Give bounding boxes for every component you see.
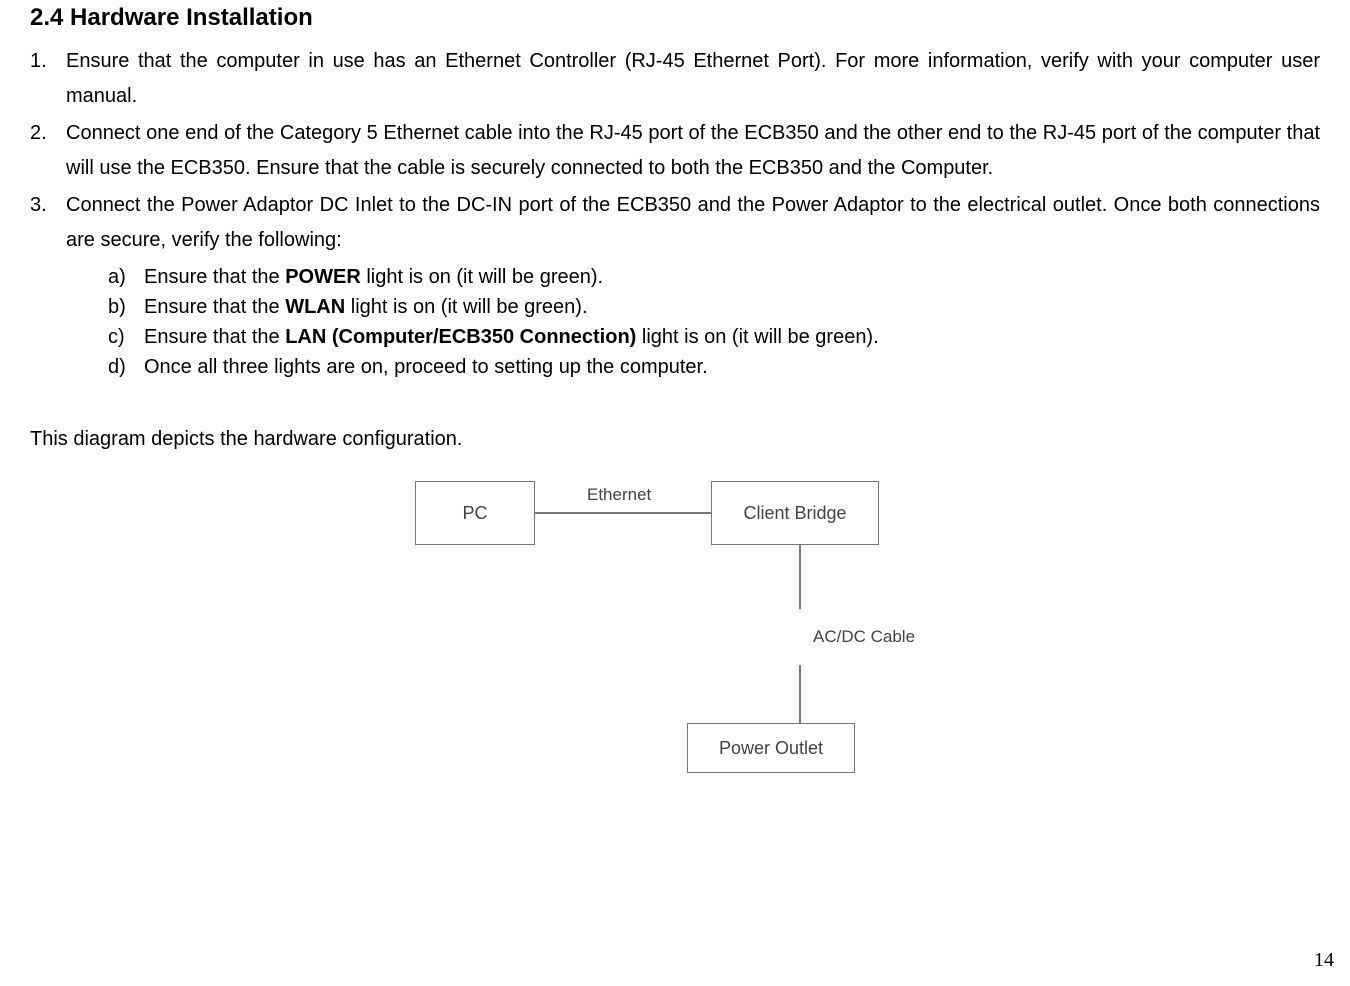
substep-c: Ensure that the LAN (Computer/ECB350 Con… <box>108 322 1320 352</box>
step-3-text: Connect the Power Adaptor DC Inlet to th… <box>66 194 1320 251</box>
verify-sublist: Ensure that the POWER light is on (it wi… <box>66 262 1320 382</box>
substep-a: Ensure that the POWER light is on (it wi… <box>108 262 1320 292</box>
hardware-diagram: PC Client Bridge Power Outlet Ethernet A… <box>395 471 955 791</box>
substep-c-pre: Ensure that the <box>144 326 285 348</box>
substep-b-bold: WLAN <box>285 296 345 318</box>
diagram-box-client-bridge: Client Bridge <box>711 481 879 545</box>
substep-a-bold: POWER <box>285 266 361 288</box>
page-number: 14 <box>1314 949 1334 972</box>
substep-a-pre: Ensure that the <box>144 266 285 288</box>
diagram-box-power-outlet: Power Outlet <box>687 723 855 773</box>
diagram-container: PC Client Bridge Power Outlet Ethernet A… <box>30 471 1320 791</box>
step-3: Connect the Power Adaptor DC Inlet to th… <box>30 188 1320 382</box>
substep-a-post: light is on (it will be green). <box>361 266 603 288</box>
step-1: Ensure that the computer in use has an E… <box>30 44 1320 114</box>
substep-c-bold: LAN (Computer/ECB350 Connection) <box>285 326 636 348</box>
install-steps-list: Ensure that the computer in use has an E… <box>30 44 1320 382</box>
substep-d: Once all three lights are on, proceed to… <box>108 352 1320 382</box>
section-heading: 2.4 Hardware Installation <box>30 0 1320 32</box>
diagram-label-acdc: AC/DC Cable <box>813 627 915 647</box>
diagram-caption: This diagram depicts the hardware config… <box>30 428 1320 451</box>
diagram-line-cb-down <box>799 545 801 609</box>
substep-b: Ensure that the WLAN light is on (it wil… <box>108 292 1320 322</box>
diagram-line-power-up <box>799 665 801 723</box>
substep-b-pre: Ensure that the <box>144 296 285 318</box>
diagram-line-ethernet <box>535 512 711 514</box>
diagram-box-pc: PC <box>415 481 535 545</box>
step-2: Connect one end of the Category 5 Ethern… <box>30 116 1320 186</box>
substep-b-post: light is on (it will be green). <box>345 296 587 318</box>
diagram-label-ethernet: Ethernet <box>587 485 651 505</box>
substep-c-post: light is on (it will be green). <box>636 326 878 348</box>
